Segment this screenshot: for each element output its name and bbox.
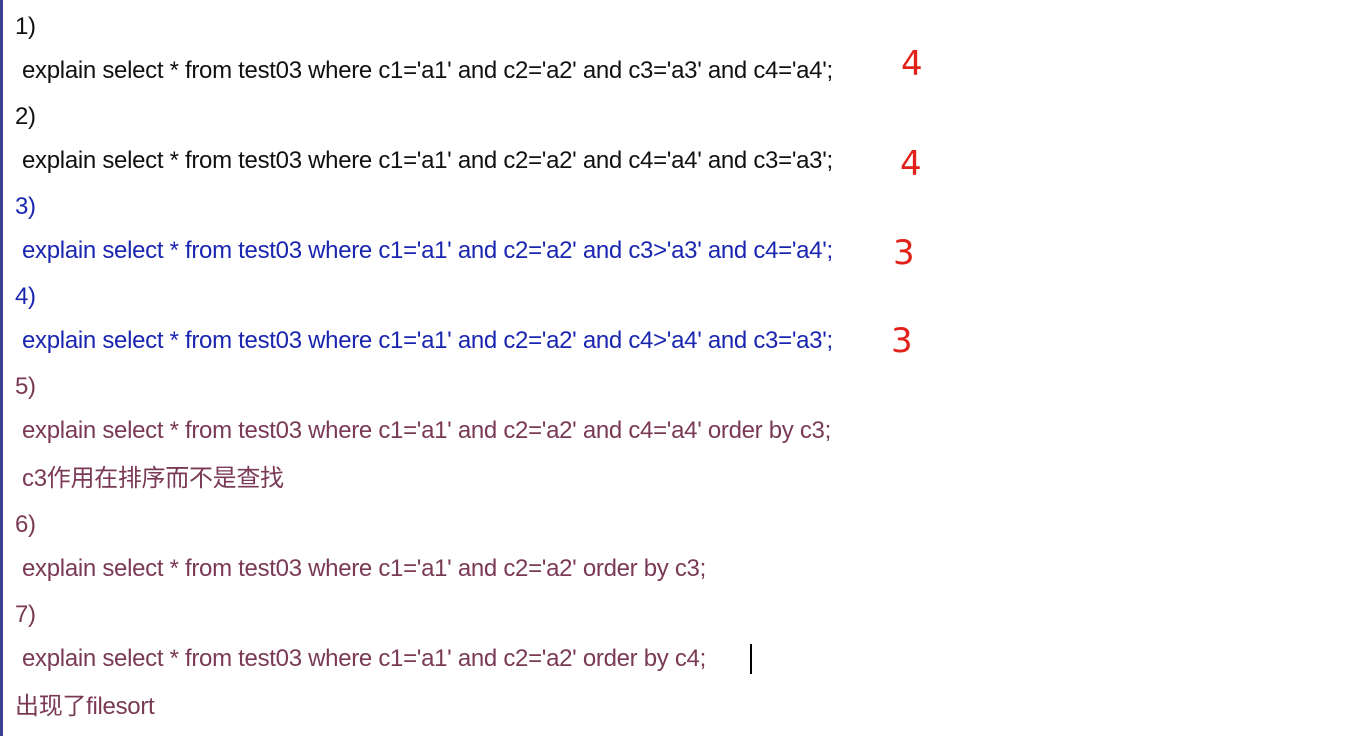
- note-line-7: 出现了filesort: [15, 693, 155, 720]
- sql-line-4: explain select * from test03 where c1='a…: [22, 327, 833, 354]
- sql-line-1: explain select * from test03 where c1='a…: [22, 57, 833, 84]
- key-length-annotation-3: 3: [893, 233, 915, 273]
- sql-line-6: explain select * from test03 where c1='a…: [22, 555, 706, 582]
- note-line-5: c3作用在排序而不是查找: [22, 465, 284, 492]
- sql-line-7: explain select * from test03 where c1='a…: [22, 645, 706, 672]
- sql-line-3: explain select * from test03 where c1='a…: [22, 237, 833, 264]
- sql-line-2: explain select * from test03 where c1='a…: [22, 147, 833, 174]
- item-number-1: 1): [15, 13, 36, 40]
- item-number-3: 3): [15, 193, 36, 220]
- sql-line-5: explain select * from test03 where c1='a…: [22, 417, 831, 444]
- key-length-annotation-2: 4: [900, 144, 922, 184]
- item-number-4: 4): [15, 283, 36, 310]
- item-number-5: 5): [15, 373, 36, 400]
- item-number-6: 6): [15, 511, 36, 538]
- key-length-annotation-4: 3: [891, 321, 913, 361]
- text-cursor: [750, 644, 752, 674]
- item-number-7: 7): [15, 601, 36, 628]
- document-page: 1) explain select * from test03 where c1…: [0, 0, 1364, 736]
- key-length-annotation-1: 4: [901, 44, 923, 84]
- item-number-2: 2): [15, 103, 36, 130]
